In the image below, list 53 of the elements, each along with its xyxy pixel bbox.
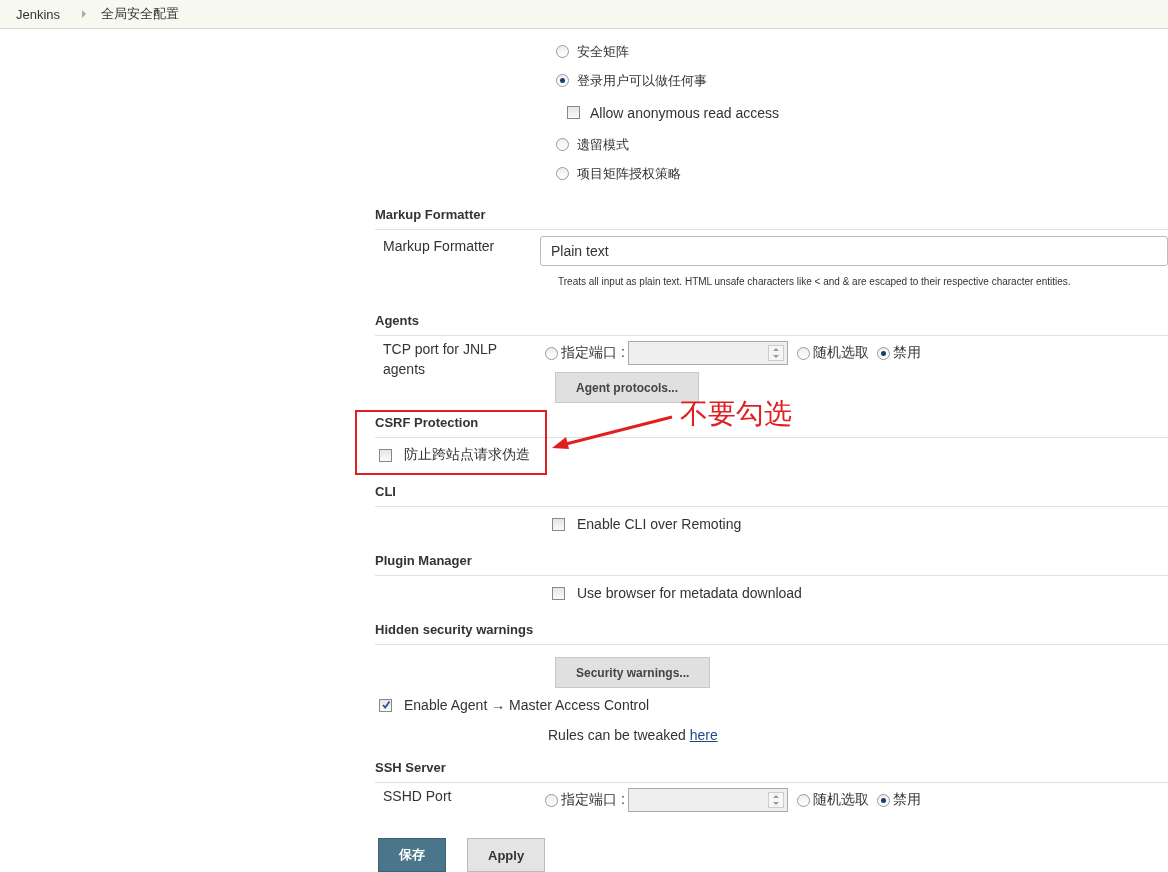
radio-label: 遗留模式 <box>577 135 629 154</box>
breadcrumb-link[interactable]: 全局安全配置 <box>101 5 180 23</box>
form-button[interactable]: 保存 <box>378 838 446 872</box>
radio-button[interactable] <box>556 138 569 151</box>
radio-button[interactable] <box>556 74 569 87</box>
radio-button[interactable] <box>545 346 558 360</box>
form-button[interactable]: Apply <box>467 838 546 872</box>
checkbox-label: Allow anonymous read access <box>590 104 780 121</box>
checkbox[interactable] <box>567 106 580 119</box>
action-button[interactable]: Security warnings... <box>555 657 711 688</box>
radio-button[interactable] <box>876 793 890 807</box>
radio-label: 登录用户可以做任何事 <box>577 71 707 90</box>
radio-label: 禁用 <box>892 791 921 809</box>
port-input[interactable] <box>627 788 788 812</box>
section-heading: Agents <box>375 313 1168 336</box>
checkbox[interactable] <box>379 448 392 462</box>
section-heading: Hidden security warnings <box>375 622 1168 645</box>
radio-button[interactable] <box>876 346 890 360</box>
radio-label: 随机选取 <box>812 791 869 809</box>
field-label: SSHD Port <box>382 787 453 806</box>
radio-label: 随机选取 <box>812 344 869 362</box>
spinner-icon[interactable] <box>767 792 784 808</box>
section-heading: Plugin Manager <box>375 553 1168 576</box>
radio-label: 指定端口 : <box>561 791 625 809</box>
checkbox[interactable] <box>552 586 565 600</box>
chevron-icon <box>82 10 87 18</box>
field-label: TCP port for JNLP agents <box>382 340 498 379</box>
radio-label: 安全矩阵 <box>577 42 629 61</box>
radio-button[interactable] <box>545 793 558 807</box>
checkbox[interactable] <box>552 517 565 531</box>
note-text: Rules can be tweaked here <box>548 727 718 743</box>
checkbox[interactable] <box>379 698 392 712</box>
checkbox-label: 防止跨站点请求伪造 <box>404 446 530 464</box>
select-field[interactable]: Plain text <box>540 236 1168 266</box>
radio-label: 项目矩阵授权策略 <box>577 164 681 183</box>
port-input[interactable] <box>627 341 788 365</box>
checkbox-label: Use browser for metadata download <box>577 585 802 601</box>
radio-button[interactable] <box>796 793 810 807</box>
section-heading: SSH Server <box>375 760 1168 783</box>
breadcrumb-link[interactable]: Jenkins <box>16 6 61 22</box>
link[interactable]: here <box>689 727 718 743</box>
radio-button[interactable] <box>556 167 569 180</box>
field-label: Markup Formatter <box>382 237 496 256</box>
radio-label: 指定端口 : <box>561 344 625 362</box>
spinner-icon[interactable] <box>767 345 784 361</box>
radio-button[interactable] <box>556 45 569 58</box>
checkbox-label: Enable Agent → Master Access Control <box>404 697 650 713</box>
help-text: Treats all input as plain text. HTML unsafe characters like < and & are escaped to their respective character entities. <box>558 275 1072 289</box>
radio-label: 禁用 <box>892 344 921 362</box>
radio-button[interactable] <box>796 346 810 360</box>
section-heading: Markup Formatter <box>375 207 1168 230</box>
checkbox-label: Enable CLI over Remoting <box>577 516 742 532</box>
section-heading: CLI <box>375 484 1168 507</box>
